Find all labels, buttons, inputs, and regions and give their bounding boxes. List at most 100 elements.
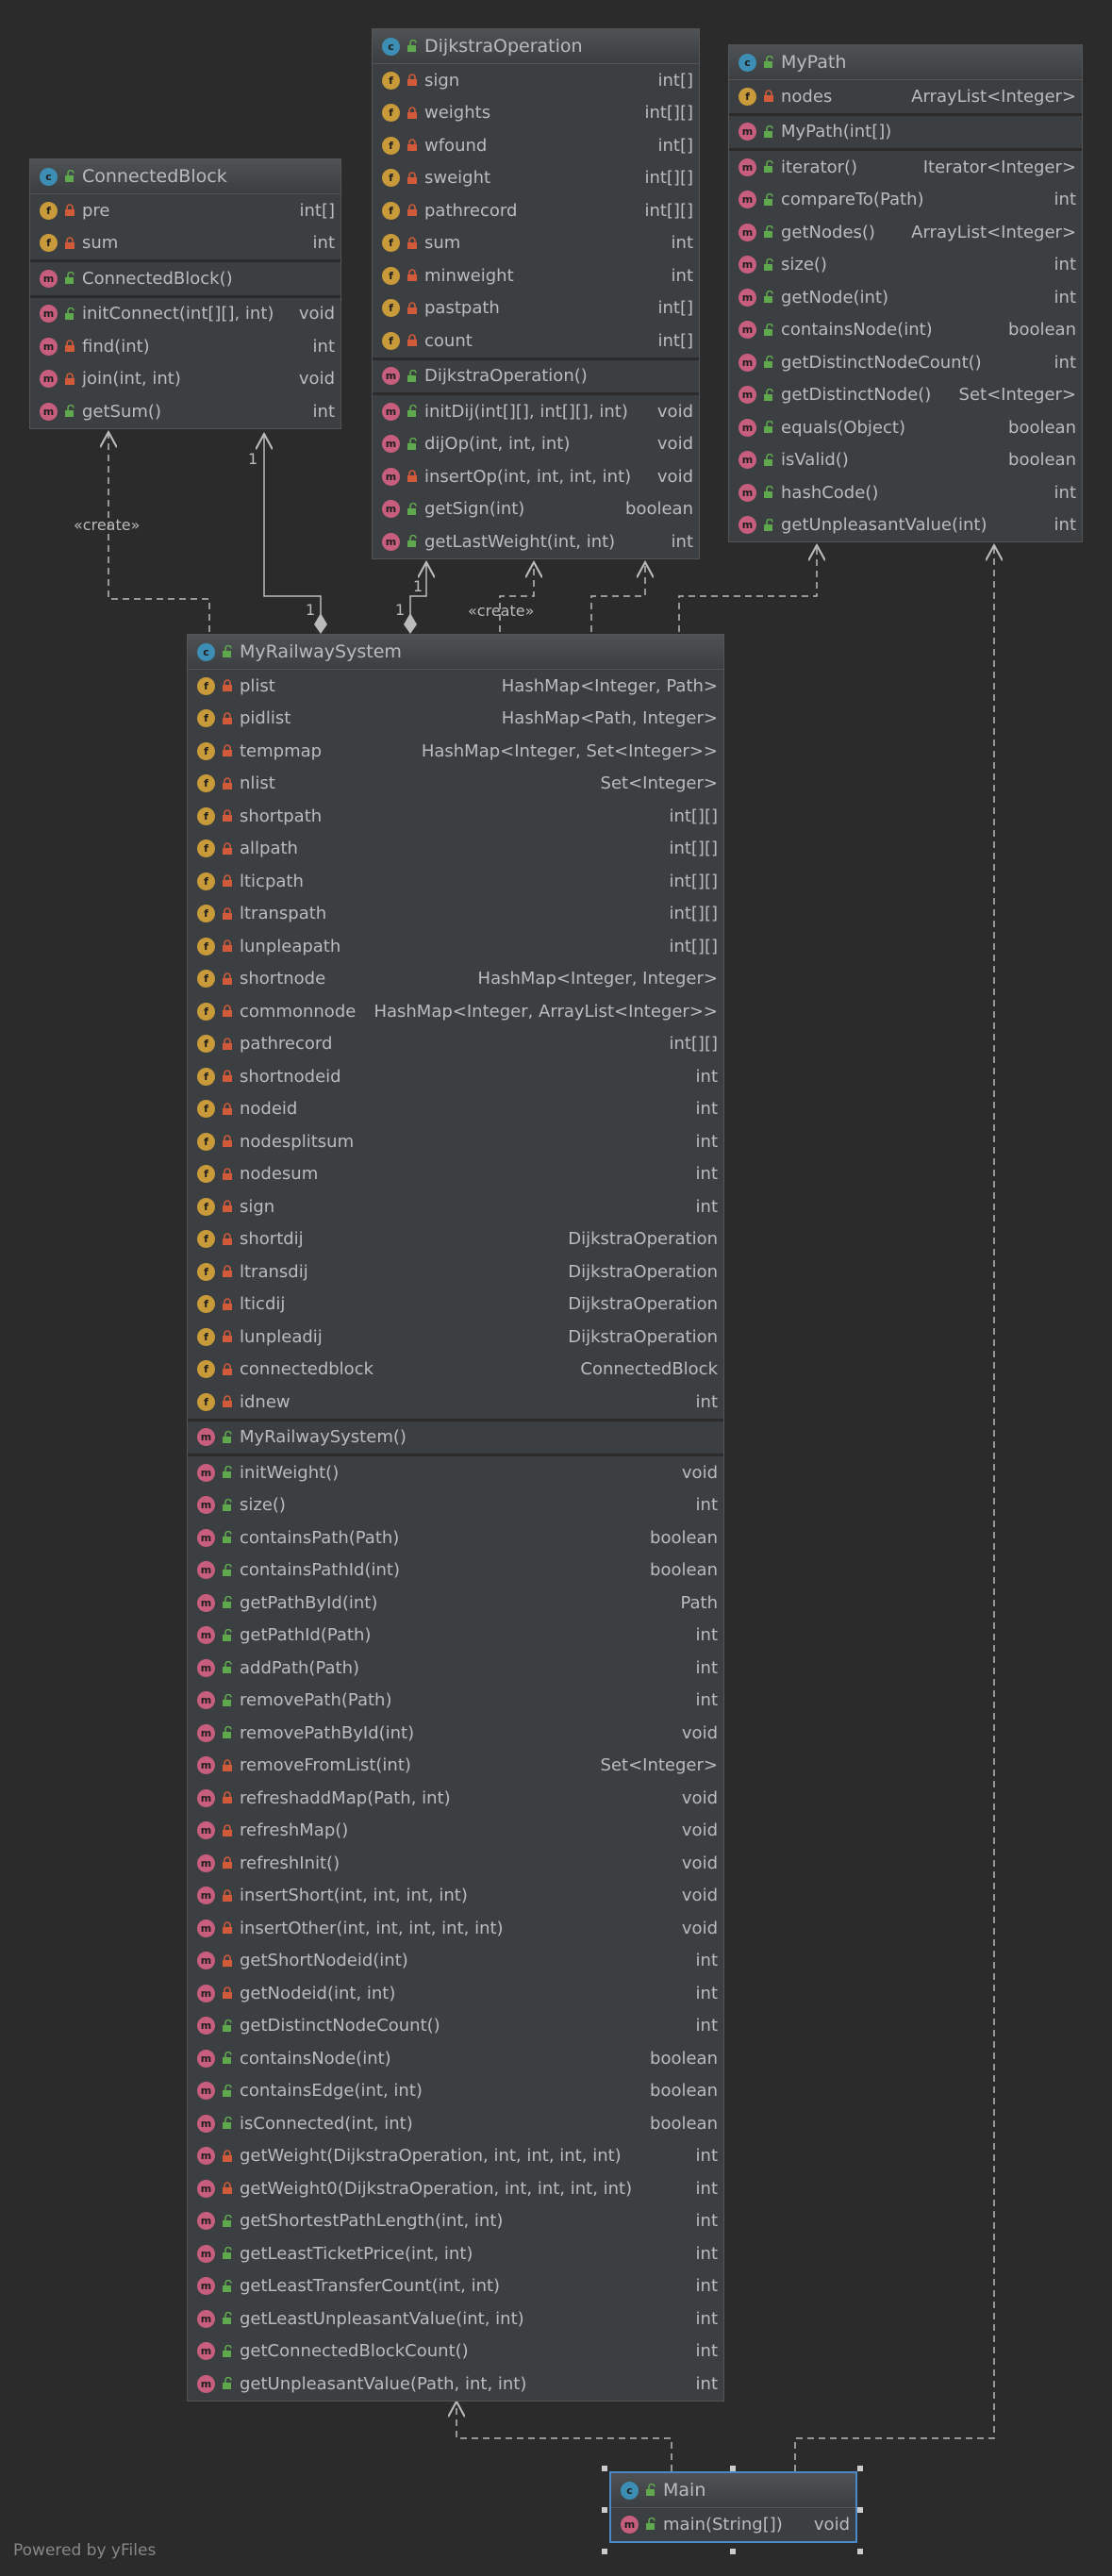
method-getleastticketprice-int-int[interactable]: m getLeastTicketPrice(int, int) int bbox=[188, 2237, 723, 2270]
method-getpathid-path[interactable]: m getPathId(Path) int bbox=[188, 1620, 723, 1653]
field-count[interactable]: f count int[] bbox=[373, 324, 699, 357]
method-refreshaddmap-path-int[interactable]: m refreshaddMap(Path, int) void bbox=[188, 1782, 723, 1815]
field-nlist[interactable]: f nlist Set<Integer> bbox=[188, 768, 723, 801]
method-removefromlist-int[interactable]: m removeFromList(int) Set<Integer> bbox=[188, 1750, 723, 1783]
method-dijop-int-int-int[interactable]: m dijOp(int, int, int) void bbox=[373, 428, 699, 461]
member-type: int bbox=[695, 1066, 718, 1087]
method-myrailwaysystem[interactable]: m MyRailwaySystem() bbox=[188, 1421, 723, 1454]
class-dijkstraoperation[interactable]: c DijkstraOperation f sign int[] f weights int[… bbox=[372, 28, 700, 559]
method-getnodeid-int-int[interactable]: m getNodeid(int, int) int bbox=[188, 1977, 723, 2010]
class-connectedblock[interactable]: c ConnectedBlock f pre int[] f sum int m Connecte… bbox=[29, 158, 341, 429]
method-initweight[interactable]: m initWeight() void bbox=[188, 1456, 723, 1489]
method-getshortnodeid-int[interactable]: m getShortNodeid(int) int bbox=[188, 1945, 723, 1978]
method-removepathbyid-int[interactable]: m removePathById(int) void bbox=[188, 1717, 723, 1750]
class-main[interactable]: c Main m main(String[]) void bbox=[609, 2471, 857, 2543]
field-shortpath[interactable]: f shortpath int[][] bbox=[188, 800, 723, 833]
field-pre[interactable]: f pre int[] bbox=[30, 194, 340, 227]
method-containspathid-int[interactable]: m containsPathId(int) boolean bbox=[188, 1554, 723, 1587]
method-connectedblock[interactable]: m ConnectedBlock() bbox=[30, 262, 340, 295]
method-getunpleasantvalue-int[interactable]: m getUnpleasantValue(int) int bbox=[729, 509, 1082, 542]
method-getdistinctnodecount[interactable]: m getDistinctNodeCount() int bbox=[729, 346, 1082, 379]
field-minweight[interactable]: f minweight int bbox=[373, 259, 699, 292]
method-find-int[interactable]: m find(int) int bbox=[30, 330, 340, 363]
method-getweight-dijkstraoperation-int-int-int-int[interactable]: m getWeight(DijkstraOperation, int, int, … bbox=[188, 2140, 723, 2173]
method-getleasttransfercount-int-int[interactable]: m getLeastTransferCount(int, int) int bbox=[188, 2270, 723, 2303]
method-insertother-int-int-int-int-int[interactable]: m insertOther(int, int, int, int, int) voi… bbox=[188, 1912, 723, 1945]
method-main-string[interactable]: m main(String[]) void bbox=[611, 2508, 855, 2541]
method-getpathbyid-int[interactable]: m getPathById(int) Path bbox=[188, 1587, 723, 1620]
member-type: void bbox=[298, 304, 335, 324]
method-initconnect-int-int[interactable]: m initConnect(int[][], int) void bbox=[30, 298, 340, 331]
method-equals-object[interactable]: m equals(Object) boolean bbox=[729, 411, 1082, 444]
method-compareto-path[interactable]: m compareTo(Path) int bbox=[729, 184, 1082, 217]
field-sign[interactable]: f sign int[] bbox=[373, 64, 699, 97]
field-shortnodeid[interactable]: f shortnodeid int bbox=[188, 1060, 723, 1093]
field-plist[interactable]: f plist HashMap<Integer, Path> bbox=[188, 670, 723, 703]
member-name: getPathById(int) bbox=[240, 1592, 378, 1613]
method-mypath-int[interactable]: m MyPath(int[]) bbox=[729, 116, 1082, 149]
field-idnew[interactable]: f idnew int bbox=[188, 1386, 723, 1419]
method-refreshmap[interactable]: m refreshMap() void bbox=[188, 1815, 723, 1848]
field-sum[interactable]: f sum int bbox=[373, 227, 699, 260]
field-weights[interactable]: f weights int[][] bbox=[373, 97, 699, 130]
method-insertshort-int-int-int-int[interactable]: m insertShort(int, int, int, int) void bbox=[188, 1880, 723, 1913]
field-connectedblock[interactable]: f connectedblock ConnectedBlock bbox=[188, 1354, 723, 1387]
method-getnodes[interactable]: m getNodes() ArrayList<Integer> bbox=[729, 216, 1082, 249]
method-getunpleasantvalue-path-int-int[interactable]: m getUnpleasantValue(Path, int, int) int bbox=[188, 2368, 723, 2401]
method-getsum[interactable]: m getSum() int bbox=[30, 395, 340, 428]
method-insertop-int-int-int-int[interactable]: m insertOp(int, int, int, int) void bbox=[373, 460, 699, 493]
field-sign[interactable]: f sign int bbox=[188, 1190, 723, 1223]
method-removepath-path[interactable]: m removePath(Path) int bbox=[188, 1685, 723, 1718]
method-getnode-int[interactable]: m getNode(int) int bbox=[729, 281, 1082, 314]
field-pidlist[interactable]: f pidlist HashMap<Path, Integer> bbox=[188, 703, 723, 736]
field-shortnode[interactable]: f shortnode HashMap<Integer, Integer> bbox=[188, 963, 723, 996]
field-lticpath[interactable]: f lticpath int[][] bbox=[188, 865, 723, 898]
method-containsedge-int-int[interactable]: m containsEdge(int, int) boolean bbox=[188, 2075, 723, 2108]
method-getdistinctnode[interactable]: m getDistinctNode() Set<Integer> bbox=[729, 379, 1082, 412]
method-join-int-int[interactable]: m join(int, int) void bbox=[30, 363, 340, 396]
method-getlastweight-int-int[interactable]: m getLastWeight(int, int) int bbox=[373, 525, 699, 558]
method-icon: m bbox=[739, 451, 756, 470]
field-lunpleadij[interactable]: f lunpleadij DijkstraOperation bbox=[188, 1321, 723, 1354]
field-ltranspath[interactable]: f ltranspath int[][] bbox=[188, 898, 723, 931]
method-addpath-path[interactable]: m addPath(Path) int bbox=[188, 1652, 723, 1685]
method-containspath-path[interactable]: m containsPath(Path) boolean bbox=[188, 1521, 723, 1554]
field-shortdij[interactable]: f shortdij DijkstraOperation bbox=[188, 1223, 723, 1256]
method-isvalid[interactable]: m isValid() boolean bbox=[729, 444, 1082, 477]
method-getdistinctnodecount[interactable]: m getDistinctNodeCount() int bbox=[188, 2010, 723, 2043]
field-allpath[interactable]: f allpath int[][] bbox=[188, 833, 723, 866]
method-size[interactable]: m size() int bbox=[729, 249, 1082, 282]
method-getleastunpleasantvalue-int-int[interactable]: m getLeastUnpleasantValue(int, int) int bbox=[188, 2302, 723, 2335]
field-nodesum[interactable]: f nodesum int bbox=[188, 1158, 723, 1191]
method-refreshinit[interactable]: m refreshInit() void bbox=[188, 1847, 723, 1880]
field-sum[interactable]: f sum int bbox=[30, 227, 340, 260]
class-mypath[interactable]: c MyPath f nodes ArrayList<Integer> m MyPath(i… bbox=[728, 44, 1083, 542]
method-dijkstraoperation[interactable]: m DijkstraOperation() bbox=[373, 360, 699, 393]
method-isconnected-int-int[interactable]: m isConnected(int, int) boolean bbox=[188, 2107, 723, 2140]
method-iterator[interactable]: m iterator() Iterator<Integer> bbox=[729, 151, 1082, 184]
method-containsnode-int[interactable]: m containsNode(int) boolean bbox=[188, 2042, 723, 2075]
method-getweight0-dijkstraoperation-int-int-int-int[interactable]: m getWeight0(DijkstraOperation, int, int,… bbox=[188, 2172, 723, 2205]
field-lticdij[interactable]: f lticdij DijkstraOperation bbox=[188, 1288, 723, 1321]
method-getsign-int[interactable]: m getSign(int) boolean bbox=[373, 493, 699, 526]
method-getconnectedblockcount[interactable]: m getConnectedBlockCount() int bbox=[188, 2335, 723, 2368]
method-initdij-int-int-int[interactable]: m initDij(int[][], int[][], int) void bbox=[373, 395, 699, 428]
field-pathrecord[interactable]: f pathrecord int[][] bbox=[188, 1028, 723, 1061]
field-lunpleapath[interactable]: f lunpleapath int[][] bbox=[188, 930, 723, 963]
method-size[interactable]: m size() int bbox=[188, 1489, 723, 1522]
field-nodes[interactable]: f nodes ArrayList<Integer> bbox=[729, 80, 1082, 113]
method-containsnode-int[interactable]: m containsNode(int) boolean bbox=[729, 314, 1082, 347]
field-pathrecord[interactable]: f pathrecord int[][] bbox=[373, 194, 699, 227]
field-nodesplitsum[interactable]: f nodesplitsum int bbox=[188, 1125, 723, 1158]
field-wfound[interactable]: f wfound int[] bbox=[373, 129, 699, 162]
method-getshortestpathlength-int-int[interactable]: m getShortestPathLength(int, int) int bbox=[188, 2205, 723, 2238]
field-pastpath[interactable]: f pastpath int[] bbox=[373, 292, 699, 325]
field-sweight[interactable]: f sweight int[][] bbox=[373, 162, 699, 195]
class-myrailwaysystem[interactable]: c MyRailwaySystem f plist HashMap<Integer, P… bbox=[187, 634, 724, 2401]
field-nodeid[interactable]: f nodeid int bbox=[188, 1093, 723, 1126]
field-ltransdij[interactable]: f ltransdij DijkstraOperation bbox=[188, 1255, 723, 1288]
field-commonnode[interactable]: f commonnode HashMap<Integer, ArrayList<In… bbox=[188, 995, 723, 1028]
method-hashcode[interactable]: m hashCode() int bbox=[729, 476, 1082, 509]
field-tempmap[interactable]: f tempmap HashMap<Integer, Set<Integer>> bbox=[188, 735, 723, 768]
member-name: initConnect(int[][], int) bbox=[82, 304, 274, 324]
